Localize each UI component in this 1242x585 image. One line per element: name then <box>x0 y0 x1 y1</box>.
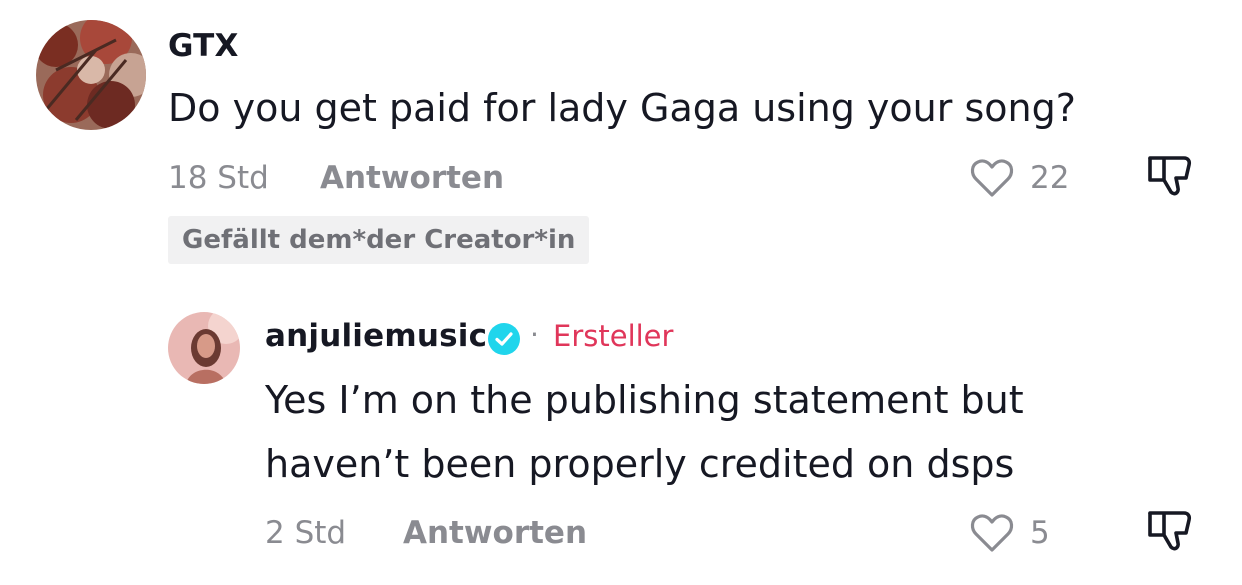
comment-text: Do you get paid for lady Gaga using your… <box>168 86 1076 130</box>
reply-timestamp: 2 Std <box>265 515 347 551</box>
creator-label: Ersteller <box>553 319 674 353</box>
like-count: 5 <box>1030 515 1050 551</box>
heart-outline-icon <box>968 514 1016 561</box>
dislike-button[interactable] <box>1144 505 1196 557</box>
reply-button[interactable]: Antworten <box>403 515 587 551</box>
avatar[interactable] <box>36 20 146 130</box>
like-button[interactable] <box>968 154 1016 202</box>
comment-username[interactable]: GTX <box>168 28 239 64</box>
like-count: 22 <box>1030 160 1070 196</box>
reply-button[interactable]: Antworten <box>320 160 504 196</box>
thumbs-down-icon <box>1144 156 1196 206</box>
creator-liked-badge: Gefällt dem*der Creator*in <box>168 216 590 264</box>
avatar[interactable] <box>168 312 240 384</box>
reply-username[interactable]: anjuliemusic <box>265 318 487 354</box>
reply-text: Yes I’m on the publishing statement but … <box>265 378 1024 486</box>
comment-timestamp: 18 Std <box>168 160 269 196</box>
heart-outline-icon <box>968 159 1016 206</box>
dislike-button[interactable] <box>1144 150 1196 202</box>
verified-check-icon <box>487 322 521 356</box>
like-button[interactable] <box>968 509 1016 557</box>
thumbs-down-icon <box>1144 511 1196 561</box>
separator-dot: · <box>530 318 539 351</box>
